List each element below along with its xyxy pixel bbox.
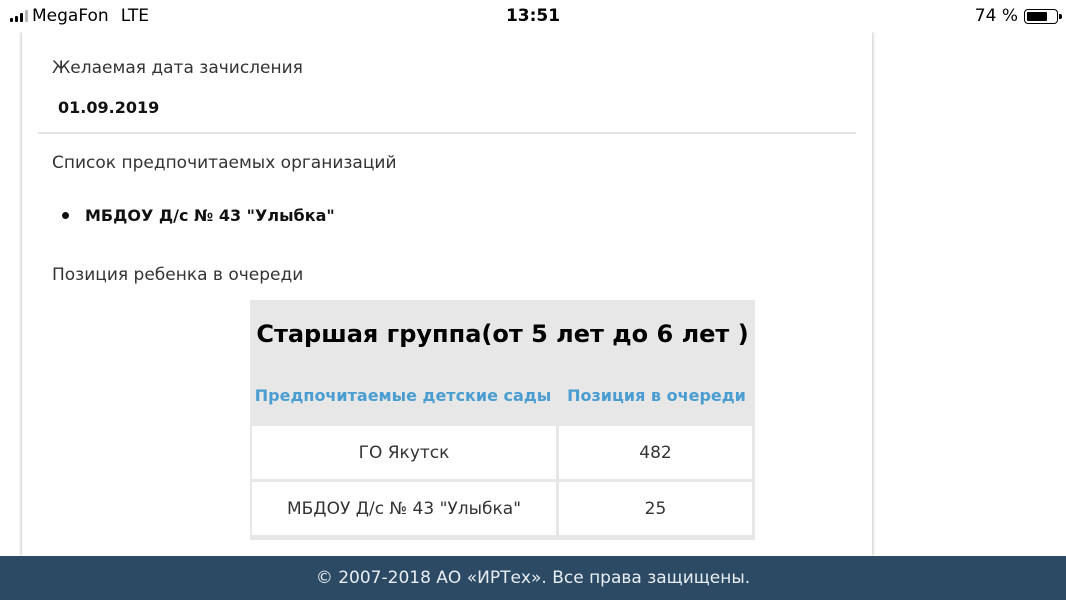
table-cell-position: 482 [559,426,752,479]
bullet-icon [62,212,69,219]
carrier-name: MegaFon [32,6,109,26]
divider [38,132,856,134]
queue-table-title: Старшая группа(от 5 лет до 6 лет ) [256,320,749,348]
table-cell-position: 25 [559,482,752,535]
table-cell-kindergarten: ГО Якутск [252,426,556,479]
status-left: MegaFon LTE [10,6,149,26]
application-details-card: Желаемая дата зачисления 01.09.2019 Спис… [22,32,872,556]
column-header-kindergartens[interactable]: Предпочитаемые детские сады [250,386,556,405]
preferred-org-item: МБДОУ Д/с № 43 "Улыбка" [62,206,335,225]
battery-fill [1027,11,1047,21]
enrollment-date-value: 01.09.2019 [58,98,160,117]
signal-strength-icon [10,10,28,22]
status-bar: MegaFon LTE 13:51 74 % [0,0,1066,32]
preferred-org-name: МБДОУ Д/с № 43 "Улыбка" [85,206,335,225]
queue-table: Старшая группа(от 5 лет до 6 лет ) Предп… [250,300,755,540]
battery-icon [1024,8,1062,24]
clock: 13:51 [505,6,561,26]
preferred-orgs-label: Список предпочитаемых организаций [52,153,397,173]
table-cell-kindergarten: МБДОУ Д/с № 43 "Улыбка" [252,482,556,535]
battery-percent: 74 % [974,6,1018,26]
network-type: LTE [120,6,149,26]
status-right: 74 % [974,6,1062,26]
enrollment-date-label: Желаемая дата зачисления [52,58,303,78]
queue-position-label: Позиция ребенка в очереди [52,265,304,285]
footer: © 2007-2018 АО «ИРТех». Все права защище… [0,556,1066,600]
copyright-text: © 2007-2018 АО «ИРТех». Все права защище… [315,568,751,588]
column-header-position[interactable]: Позиция в очереди [558,386,755,405]
